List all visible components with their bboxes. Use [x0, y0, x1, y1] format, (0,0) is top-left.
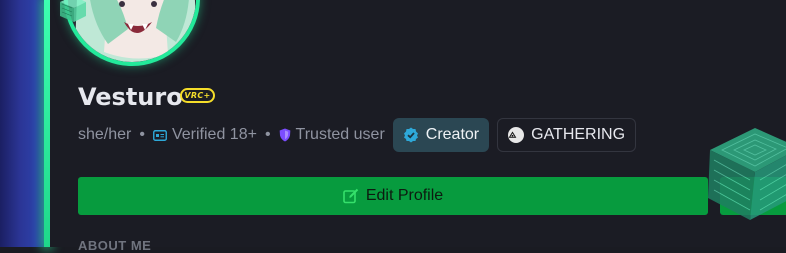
verified-badge-icon: [403, 127, 418, 143]
trust-rank: Trusted user: [279, 126, 385, 144]
cube-decoration-icon: [60, 0, 86, 22]
separator-dot: •: [264, 126, 271, 143]
display-name: Vesturo: [78, 83, 183, 111]
creator-tag[interactable]: Creator: [392, 118, 490, 152]
id-card-icon: [153, 129, 167, 141]
edit-icon: [343, 188, 359, 204]
creator-tag-label: Creator: [425, 126, 480, 143]
pronouns: she/her: [78, 126, 132, 143]
cube-decoration-icon: [708, 128, 786, 220]
about-me-heading: ABOUT ME: [78, 238, 152, 253]
shield-icon: [279, 128, 290, 142]
vrc-plus-badge: VRC+: [180, 88, 215, 103]
trust-rank-label: Trusted user: [295, 126, 385, 143]
group-tag-label: GATHERING: [531, 126, 626, 143]
age-verification: Verified 18+: [153, 126, 257, 144]
separator-dot: •: [139, 126, 145, 143]
group-tag[interactable]: GATHERING: [497, 118, 637, 152]
background-edge: [0, 0, 50, 247]
group-logo-icon: [508, 127, 525, 143]
age-verification-label: Verified 18+: [171, 126, 257, 143]
profile-meta-row: she/her • Verified 18+ • Trusted user Cr…: [78, 118, 637, 152]
edit-profile-button[interactable]: Edit Profile: [78, 177, 708, 215]
edit-profile-label: Edit Profile: [365, 187, 444, 204]
